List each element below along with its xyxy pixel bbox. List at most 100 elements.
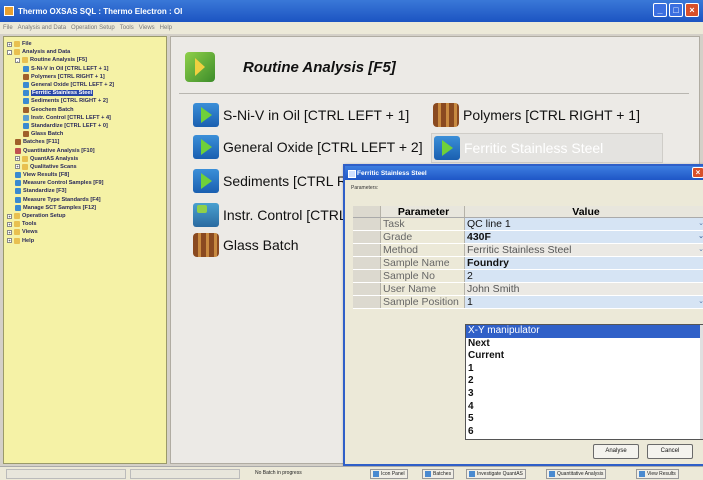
minimize-button[interactable]: _ — [653, 3, 667, 17]
expand-icon[interactable]: + — [7, 221, 12, 227]
tree-node[interactable]: + Views — [4, 228, 166, 236]
chevron-down-icon[interactable]: ⌄ — [697, 245, 703, 255]
app-item-polymers[interactable]: Polymers [CTRL RIGHT + 1] — [433, 103, 640, 127]
parameter-value[interactable]: 1 ⌄ — [465, 296, 703, 308]
menu-views[interactable]: Views — [139, 25, 155, 31]
tree-node-label: Ferritic Stainless Steel — [31, 90, 94, 97]
parameter-row: Sample Position 1 ⌄ — [353, 296, 703, 309]
app-item-general-oxide[interactable]: General Oxide [CTRL LEFT + 2] — [193, 135, 423, 159]
close-button[interactable]: × — [685, 3, 699, 17]
chevron-down-icon[interactable]: ⌄ — [697, 232, 703, 242]
row-selector[interactable] — [353, 296, 381, 308]
app-item-ferritic-stainless-steel[interactable]: Ferritic Stainless Steel — [431, 133, 663, 163]
tree-node[interactable]: View Results [F8] — [4, 171, 166, 179]
dropdown-option[interactable]: 3 — [466, 388, 703, 401]
tree-node[interactable]: Polymers [CTRL RIGHT + 1] — [4, 73, 166, 81]
tree-node[interactable]: - Analysis and Data — [4, 48, 166, 56]
folder-icon — [22, 57, 28, 64]
tree-node-label: General Oxide [CTRL LEFT + 2] — [31, 82, 115, 89]
tree-node[interactable]: Quantitative Analysis [F10] — [4, 146, 166, 154]
dropdown-option[interactable]: 4 — [466, 401, 703, 414]
row-selector[interactable] — [353, 283, 381, 295]
tree-node[interactable]: + QuantAS Analysis — [4, 155, 166, 163]
app-item-glass-batch[interactable]: Glass Batch — [193, 233, 298, 257]
expand-icon[interactable]: + — [15, 164, 20, 170]
row-selector[interactable] — [353, 257, 381, 269]
dropdown-option[interactable]: 6 — [466, 426, 703, 439]
dropdown-option[interactable]: Next — [466, 338, 703, 351]
parameter-row: User Name John Smith — [353, 283, 703, 296]
collapse-icon[interactable]: - — [15, 57, 20, 63]
parameters-label: Parameters: — [351, 185, 379, 191]
tree-node-label: Tools — [22, 221, 37, 228]
tree-node[interactable]: Standardize [CTRL LEFT + 0] — [4, 122, 166, 130]
analyse-button[interactable]: Analyse — [593, 444, 639, 459]
sample-position-dropdown-list[interactable]: X-Y manipulator Next Current 1 2 3 4 5 6 — [465, 324, 703, 440]
tree-node[interactable]: Ferritic Stainless Steel — [4, 89, 166, 97]
menu-help[interactable]: Help — [160, 25, 172, 31]
tree-node[interactable]: + Tools — [4, 220, 166, 228]
tab-batches[interactable]: Batches — [422, 469, 455, 479]
parameter-value[interactable]: 2 — [465, 270, 703, 282]
row-selector[interactable] — [353, 244, 381, 256]
tree-node[interactable]: + Help — [4, 237, 166, 245]
expand-icon[interactable]: + — [7, 238, 12, 244]
tree-node[interactable]: Sediments [CTRL RIGHT + 2] — [4, 97, 166, 105]
tree-node[interactable]: Batches [F11] — [4, 138, 166, 146]
tree-node[interactable]: Geochem Batch — [4, 106, 166, 114]
tree-node[interactable]: + File — [4, 40, 166, 48]
dropdown-option[interactable]: 1 — [466, 363, 703, 376]
parameter-value[interactable]: Ferritic Stainless Steel ⌄ — [465, 244, 703, 256]
chevron-down-icon[interactable]: ⌄ — [697, 219, 703, 229]
tree-node[interactable]: - Routine Analysis [F5] — [4, 56, 166, 64]
expand-icon[interactable]: + — [7, 213, 12, 219]
tree-node[interactable]: Measure Type Standards [F4] — [4, 196, 166, 204]
play-icon — [434, 136, 460, 160]
dropdown-option[interactable]: Current — [466, 350, 703, 363]
panel-icon — [373, 471, 379, 477]
row-selector[interactable] — [353, 270, 381, 282]
tree-node[interactable]: Measure Control Samples [F9] — [4, 179, 166, 187]
app-item-label: Polymers [CTRL RIGHT + 1] — [463, 107, 640, 123]
investigate-icon — [469, 471, 475, 477]
expand-icon[interactable]: + — [15, 156, 20, 162]
menu-analysis-and-data[interactable]: Analysis and Data — [18, 25, 66, 31]
parameter-value[interactable]: Foundry — [465, 257, 703, 269]
menu-file[interactable]: File — [3, 25, 13, 31]
row-selector[interactable] — [353, 231, 381, 243]
expand-icon[interactable]: + — [7, 229, 12, 235]
tree-node[interactable]: Manage SCT Samples [F12] — [4, 204, 166, 212]
dropdown-option[interactable]: 5 — [466, 413, 703, 426]
cancel-button[interactable]: Cancel — [647, 444, 693, 459]
dropdown-option[interactable]: X-Y manipulator — [466, 325, 703, 338]
tab-investigate-quantas[interactable]: Investigate QuantAS — [466, 469, 526, 479]
tab-icon-panel[interactable]: Icon Panel — [370, 469, 408, 479]
menu-operation-setup[interactable]: Operation Setup — [71, 25, 115, 31]
tree-node[interactable]: General Oxide [CTRL LEFT + 2] — [4, 81, 166, 89]
tab-quantitative-analysis[interactable]: Quantitative Analysis — [546, 469, 607, 479]
parameter-value[interactable]: 430F ⌄ — [465, 231, 703, 243]
tab-view-results[interactable]: View Results — [636, 469, 679, 479]
tree-node[interactable]: Standardize [F3] — [4, 187, 166, 195]
tree-node[interactable]: S-Ni-V in Oil [CTRL LEFT + 1] — [4, 65, 166, 73]
tree-node-label: S-Ni-V in Oil [CTRL LEFT + 1] — [31, 65, 109, 72]
tree-node[interactable]: + Qualitative Scans — [4, 163, 166, 171]
play-icon — [15, 172, 21, 179]
app-item-sniv-oil[interactable]: S-Ni-V in Oil [CTRL LEFT + 1] — [193, 103, 409, 127]
row-selector[interactable] — [353, 218, 381, 230]
collapse-icon[interactable]: - — [7, 49, 12, 55]
tree-node[interactable]: Instr. Control [CTRL LEFT + 4] — [4, 114, 166, 122]
dropdown-option[interactable]: 2 — [466, 375, 703, 388]
tree-node[interactable]: Glass Batch — [4, 130, 166, 138]
tree-node[interactable]: + Operation Setup — [4, 212, 166, 220]
menu-tools[interactable]: Tools — [120, 25, 134, 31]
parameters-grid: Parameter Value Task QC line 1 ⌄ Grade 430F ⌄… — [353, 206, 703, 309]
chevron-down-icon[interactable]: ⌄ — [697, 297, 703, 307]
dialog-close-button[interactable]: × — [692, 167, 703, 178]
parameter-value[interactable]: QC line 1 ⌄ — [465, 218, 703, 230]
maximize-button[interactable]: □ — [669, 3, 683, 17]
batch-icon — [433, 103, 459, 127]
tree-node-label: File — [22, 41, 32, 48]
expand-icon[interactable]: + — [7, 41, 12, 47]
parameter-value[interactable]: John Smith — [465, 283, 703, 295]
